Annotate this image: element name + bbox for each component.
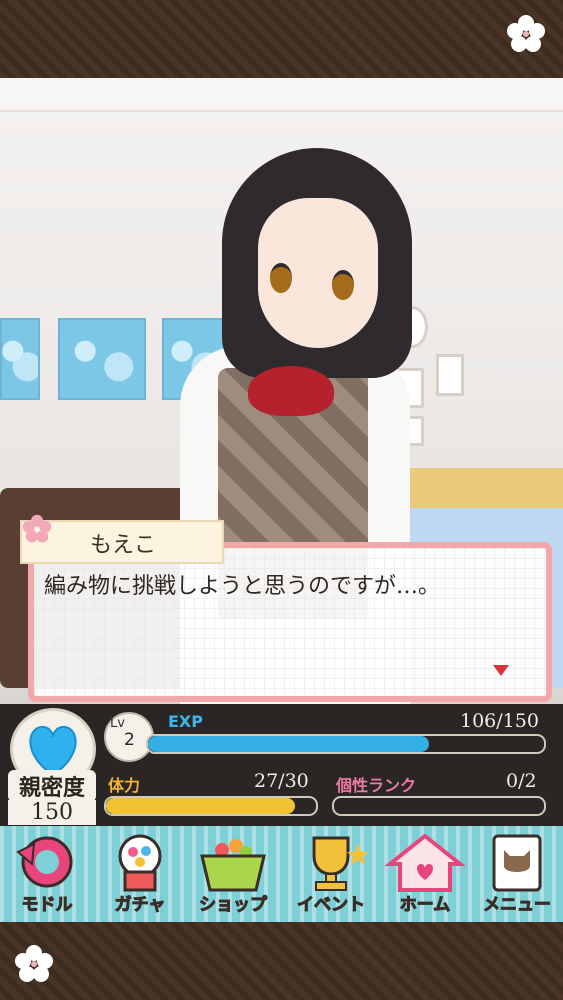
back-arrow-icon xyxy=(16,836,73,888)
dialog-text: 編み物に挑戦しようと思うのですが…。 xyxy=(44,574,441,599)
wall-photo xyxy=(436,354,464,396)
level-label: Lv xyxy=(110,716,125,731)
level-value: 2 xyxy=(124,730,135,750)
affinity-value: 150 xyxy=(8,800,96,825)
bottom-frame xyxy=(0,922,563,1000)
speaker-name: もえこ xyxy=(90,533,157,558)
affinity-label: 親密度 xyxy=(8,770,96,802)
character-bow xyxy=(248,366,334,416)
stamina-value: 27/30 xyxy=(254,770,309,792)
dialog-box[interactable] xyxy=(28,542,552,702)
menu-label: ショップ xyxy=(199,895,268,916)
menu-shop-button[interactable]: ショップ xyxy=(188,832,278,918)
sakura-icon xyxy=(507,15,545,52)
next-arrow-icon[interactable] xyxy=(490,660,512,682)
menu-event-button[interactable]: イベント xyxy=(286,832,376,918)
menu-label: モドル xyxy=(21,895,73,916)
personality-rank-bar xyxy=(332,796,546,816)
cat-card-icon xyxy=(492,834,542,892)
wall-art xyxy=(58,318,146,400)
menu-home-button[interactable]: ホーム xyxy=(380,832,470,918)
character-eye xyxy=(270,263,292,293)
menu-label: イベント xyxy=(297,895,366,916)
personality-rank-label: 個性ランク xyxy=(336,776,417,795)
menu-label: ガチャ xyxy=(114,895,166,916)
menu-label: ホーム xyxy=(399,895,451,916)
exp-value: 106/150 xyxy=(460,710,539,732)
stamina-bar xyxy=(104,796,318,816)
shop-basket-icon xyxy=(200,839,266,892)
menu-back-button[interactable]: モドル xyxy=(2,832,92,918)
gacha-machine-icon xyxy=(118,834,162,892)
exp-bar-fill xyxy=(148,736,430,752)
menu-label: メニュー xyxy=(483,895,552,916)
house-icon xyxy=(384,833,466,892)
personality-rank-value: 0/2 xyxy=(506,770,537,792)
wall-art xyxy=(0,318,40,400)
menu-menu-button[interactable]: メニュー xyxy=(472,832,562,918)
trophy-icon xyxy=(312,836,369,891)
ceiling xyxy=(0,78,563,112)
top-frame xyxy=(0,0,563,78)
menu-gacha-button[interactable]: ガチャ xyxy=(95,832,185,918)
exp-label: EXP xyxy=(168,712,203,731)
character-eye xyxy=(332,270,354,300)
sakura-icon xyxy=(22,514,52,543)
stamina-bar-fill xyxy=(106,798,295,814)
stamina-label: 体力 xyxy=(108,776,141,795)
exp-bar xyxy=(146,734,546,754)
sakura-icon xyxy=(15,945,53,982)
